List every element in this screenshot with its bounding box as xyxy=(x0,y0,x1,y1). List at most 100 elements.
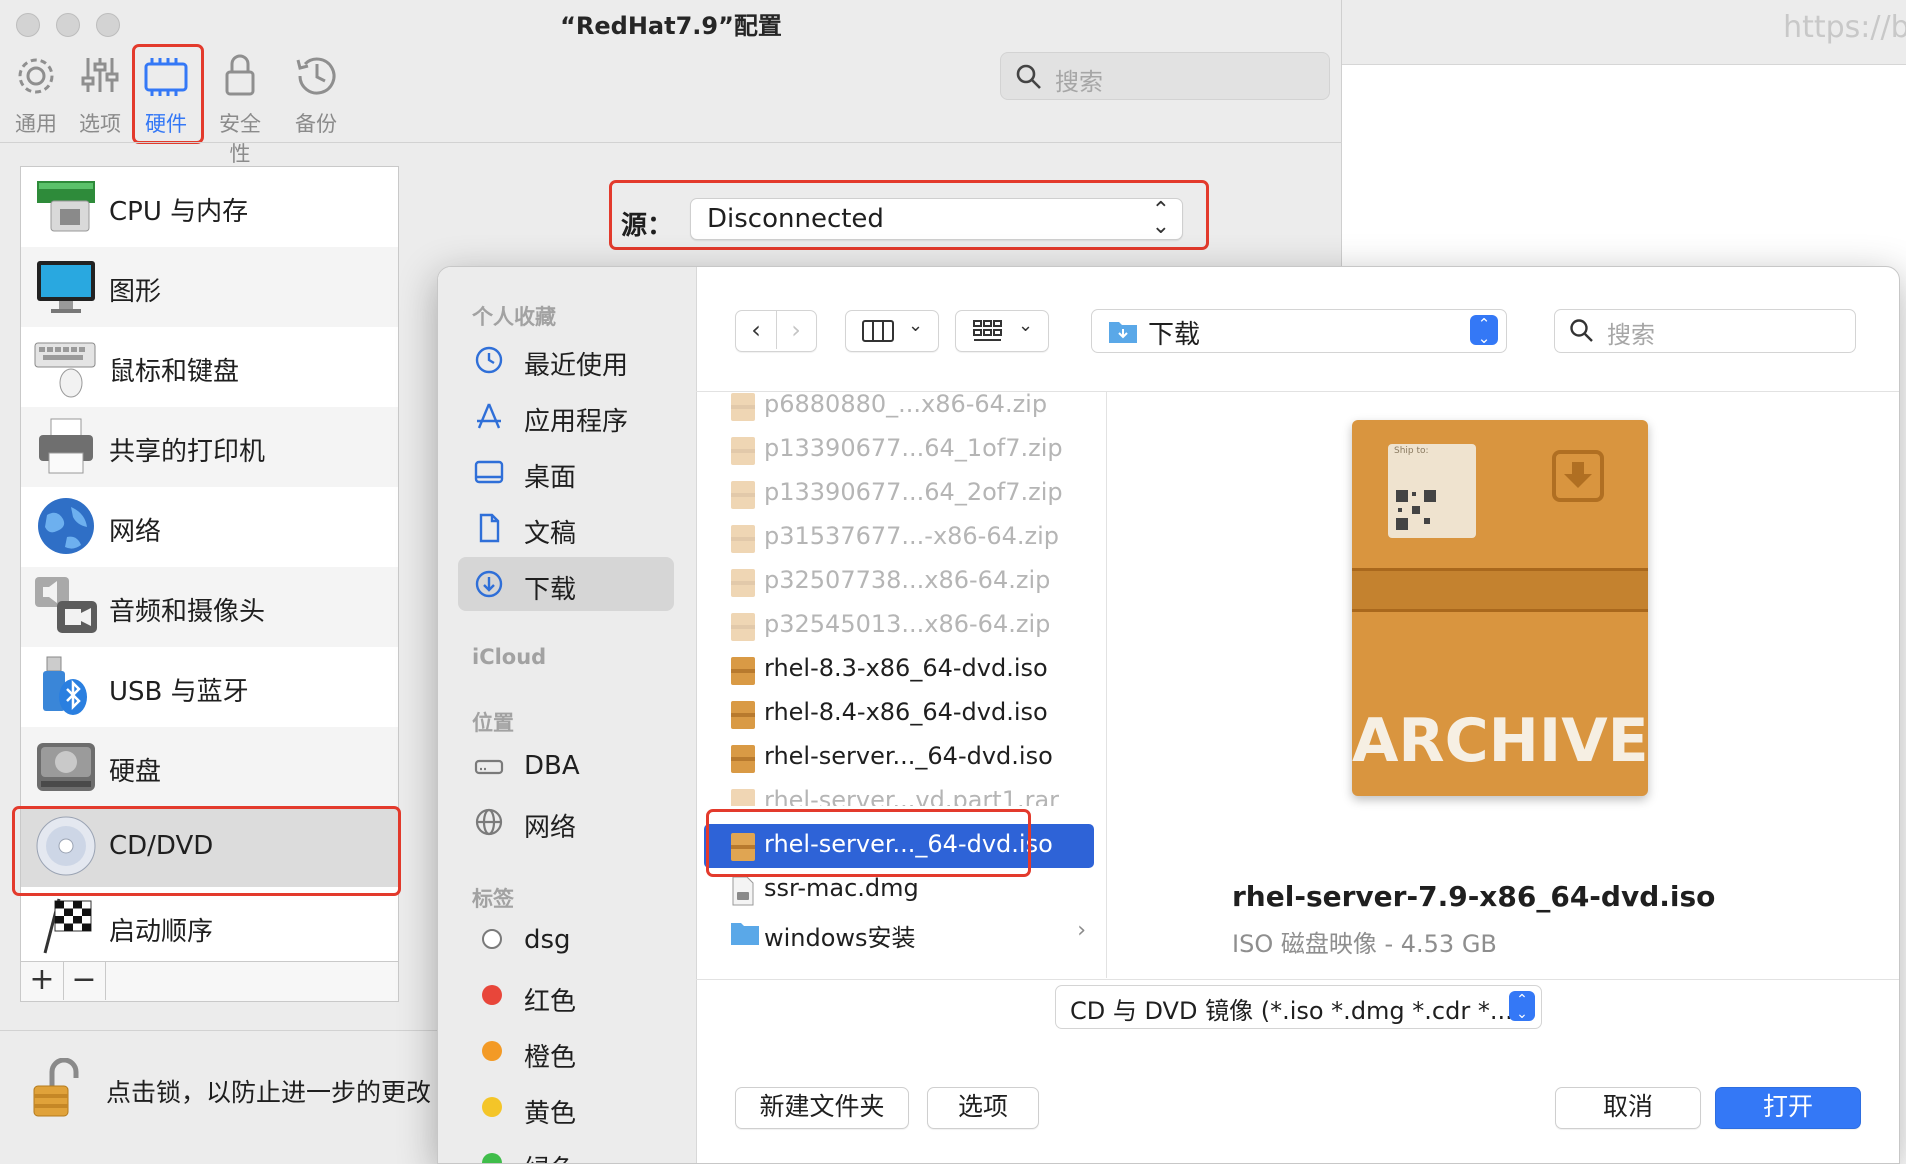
toolbar-options[interactable]: 选项 xyxy=(70,50,130,140)
toolbar-security[interactable]: 安全性 xyxy=(210,50,270,166)
checkered-flag-icon xyxy=(33,893,99,959)
zip-archive-icon xyxy=(730,436,756,466)
sidebar-item-label: USB 与蓝牙 xyxy=(109,677,249,707)
clock-history-icon xyxy=(286,50,346,102)
keyboard-mouse-icon xyxy=(33,333,99,399)
dialog-sidebar: 个人收藏 最近使用 应用程序 桌面 文稿 下载 iCloud 位置 DBA 网络… xyxy=(438,267,697,1163)
file-name: rhel-server..._64-dvd.iso xyxy=(764,742,1053,770)
dialog-tag-yellow[interactable]: 黄色 xyxy=(458,1081,674,1135)
dialog-tag-green[interactable]: 绿色 xyxy=(458,1137,674,1163)
dialog-sidebar-label: dsg xyxy=(524,925,571,955)
drive-icon xyxy=(474,751,504,781)
updown-chevron-icon: ⌃ ⌄ xyxy=(1470,315,1498,346)
source-select[interactable]: Disconnected ⌃ ⌄ xyxy=(690,198,1183,240)
sidebar-item-audio-camera[interactable]: 音频和摄像头 xyxy=(21,567,398,647)
back-chevron-icon[interactable]: ‹ xyxy=(736,311,777,349)
file-name: p13390677...64_1of7.zip xyxy=(764,434,1063,462)
file-row[interactable]: p13390677...64_2of7.zip xyxy=(704,472,1094,516)
lock-hint-text: 点击锁，以防止进一步的更改 xyxy=(106,1078,432,1107)
file-row[interactable]: rhel-server...vd.part1.rar xyxy=(704,780,1094,806)
disk-image-icon xyxy=(730,876,756,906)
zip-archive-icon xyxy=(730,392,756,422)
preview-file-name: rhel-server-7.9-x86_64-dvd.iso xyxy=(1232,880,1716,913)
tag-green-dot-icon xyxy=(482,1153,502,1163)
dialog-sidebar-label: 下载 xyxy=(524,575,577,605)
padlock-icon[interactable] xyxy=(30,1057,86,1124)
dialog-sidebar-item-documents[interactable]: 文稿 xyxy=(458,501,674,555)
hard-disk-icon xyxy=(33,733,99,799)
search-icon xyxy=(1569,318,1595,348)
file-row[interactable]: rhel-8.4-x86_64-dvd.iso xyxy=(704,692,1094,736)
chevron-right-icon: › xyxy=(1077,918,1086,943)
file-name: p32507738...x86-64.zip xyxy=(764,566,1051,594)
open-button[interactable]: 打开 xyxy=(1715,1087,1861,1129)
file-name: windows安装 xyxy=(764,924,916,952)
chevron-down-icon: ⌄ xyxy=(908,315,924,336)
sidebar-item-label: CPU 与内存 xyxy=(109,197,249,227)
dialog-sidebar-item-recents[interactable]: 最近使用 xyxy=(458,333,674,387)
sidebar-item-cpu-memory[interactable]: CPU 与内存 xyxy=(21,167,398,247)
dialog-sidebar-item-dba[interactable]: DBA xyxy=(458,739,674,793)
toolbar-backup[interactable]: 备份 xyxy=(286,50,346,140)
dialog-tag-orange[interactable]: 橙色 xyxy=(458,1025,674,1079)
file-row[interactable]: p6880880_...x86-64.zip xyxy=(704,384,1094,428)
sidebar-item-printer[interactable]: 共享的打印机 xyxy=(21,407,398,487)
filter-text: CD 与 DVD 镜像 (*.iso *.dmg *.cdr *... xyxy=(1070,997,1513,1025)
sidebar-item-graphics[interactable]: 图形 xyxy=(21,247,398,327)
cancel-button[interactable]: 取消 xyxy=(1555,1087,1701,1129)
sidebar-item-network[interactable]: 网络 xyxy=(21,487,398,567)
icloud-header: iCloud xyxy=(472,645,547,669)
rar-archive-icon xyxy=(730,788,756,806)
file-row[interactable]: p32507738...x86-64.zip xyxy=(704,560,1094,604)
locations-header: 位置 xyxy=(472,711,514,735)
file-row[interactable]: p13390677...64_1of7.zip xyxy=(704,428,1094,472)
file-row[interactable]: p32545013...x86-64.zip xyxy=(704,604,1094,648)
file-type-filter-select[interactable]: CD 与 DVD 镜像 (*.iso *.dmg *.cdr *... ⌃ ⌄ xyxy=(1055,985,1542,1029)
favorites-header: 个人收藏 xyxy=(472,305,556,329)
cpu-memory-icon xyxy=(33,173,99,239)
sidebar-item-mouse-keyboard[interactable]: 鼠标和键盘 xyxy=(21,327,398,407)
shipping-label-icon: Ship to: xyxy=(1388,444,1476,538)
zip-archive-icon xyxy=(730,612,756,642)
updown-chevron-icon: ⌃ ⌄ xyxy=(1509,991,1535,1021)
sidebar-item-label: 鼠标和键盘 xyxy=(109,357,240,387)
recent-clock-icon xyxy=(474,345,504,375)
sidebar-item-usb-bluetooth[interactable]: USB 与蓝牙 xyxy=(21,647,398,727)
view-columns-button[interactable]: ⌄ xyxy=(845,310,939,352)
dialog-sidebar-item-downloads[interactable]: 下载 xyxy=(458,557,674,611)
folder-row[interactable]: windows安装 › xyxy=(704,912,1094,956)
options-button[interactable]: 选项 xyxy=(927,1087,1039,1129)
file-row[interactable]: p31537677...-x86-64.zip xyxy=(704,516,1094,560)
toolbar-general[interactable]: 通用 xyxy=(6,50,66,140)
forward-chevron-icon[interactable]: › xyxy=(776,311,816,349)
dialog-search-field[interactable]: 搜索 xyxy=(1554,309,1856,353)
group-by-button[interactable]: ⌄ xyxy=(955,310,1049,352)
new-folder-button[interactable]: 新建文件夹 xyxy=(735,1087,909,1129)
sidebar-item-hard-disk[interactable]: 硬盘 xyxy=(21,727,398,807)
remove-device-button[interactable]: − xyxy=(63,962,106,1000)
toolbar-search-field[interactable]: 搜索 xyxy=(1000,52,1330,100)
file-name: rhel-8.3-x86_64-dvd.iso xyxy=(764,654,1048,682)
dialog-sidebar-item-network[interactable]: 网络 xyxy=(458,795,674,849)
dialog-sidebar-item-applications[interactable]: 应用程序 xyxy=(458,389,674,443)
dialog-tag-dsg[interactable]: dsg xyxy=(458,913,674,967)
zip-archive-icon xyxy=(730,480,756,510)
file-row[interactable]: rhel-8.3-x86_64-dvd.iso xyxy=(704,648,1094,692)
file-name: p13390677...64_2of7.zip xyxy=(764,478,1063,506)
printer-icon xyxy=(33,413,99,479)
add-device-button[interactable]: + xyxy=(21,962,64,1000)
shipping-label-text: Ship to: xyxy=(1394,446,1429,456)
sidebar-item-boot-order[interactable]: 启动顺序 xyxy=(21,887,398,967)
file-name: ssr-mac.dmg xyxy=(764,874,919,902)
document-icon xyxy=(474,513,504,543)
dialog-sidebar-label: 桌面 xyxy=(524,463,577,493)
file-list-column: p6880880_...x86-64.zip p13390677...64_1o… xyxy=(696,390,1107,978)
file-row[interactable]: rhel-server..._64-dvd.iso xyxy=(704,736,1094,780)
tag-orange-dot-icon xyxy=(482,1041,502,1061)
dialog-tag-red[interactable]: 红色 xyxy=(458,969,674,1023)
toolbar-hardware[interactable]: 硬件 xyxy=(136,50,196,140)
toolbar-label: 硬件 xyxy=(145,112,187,136)
download-icon xyxy=(474,569,504,599)
location-popup[interactable]: 下载 ⌃ ⌄ xyxy=(1091,309,1507,353)
dialog-sidebar-item-desktop[interactable]: 桌面 xyxy=(458,445,674,499)
